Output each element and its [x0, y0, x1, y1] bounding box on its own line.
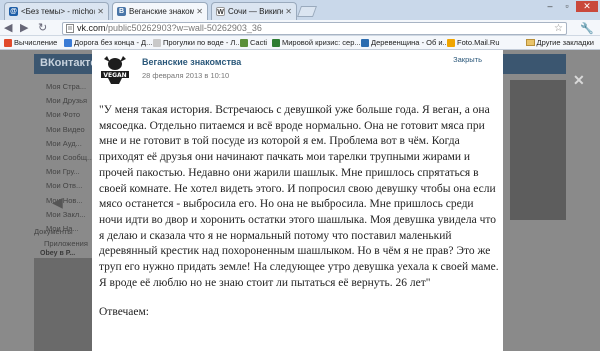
browser-toolbar: ◀ ▶ ↻ vk.com/public50262903?w=wall-50262…: [0, 20, 600, 36]
side-menu-item[interactable]: Моя Стра...: [46, 80, 93, 94]
post-body: "У меня такая история. Встречаюсь с деву…: [99, 103, 499, 321]
vk-header-bar-right: [500, 54, 566, 74]
bookmark-icon: [153, 38, 161, 47]
bookmark-label: Мировой кризис: сер...: [282, 38, 361, 47]
side-menu-item[interactable]: Мои Отв...: [46, 179, 93, 193]
browser-tab-vk[interactable]: B Веганские знакомства ✕: [112, 2, 208, 20]
vk-logo: ВКонтакте: [40, 57, 97, 69]
bookmark-icon: [447, 38, 455, 47]
bookmark-item[interactable]: Прогулки по воде - Л...: [153, 38, 242, 47]
overlay-close-icon[interactable]: ✕: [573, 72, 585, 89]
browser-tab-wikipedia[interactable]: W Сочи — Википедия ✕: [211, 2, 297, 20]
bookmark-item[interactable]: Foto.Mail.Ru: [447, 38, 500, 47]
forward-icon[interactable]: ▶: [20, 22, 28, 34]
background-decoration: [510, 80, 566, 220]
bookmark-label: Дорога без конца - Д...: [74, 38, 153, 47]
reload-icon[interactable]: ↻: [38, 22, 47, 34]
bookmark-star-icon[interactable]: ☆: [554, 23, 563, 34]
bookmark-icon: [64, 38, 72, 47]
tab-label: Веганские знакомства: [129, 7, 194, 16]
post-author[interactable]: Веганские знакомства: [142, 57, 241, 67]
browser-tab-mail[interactable]: @ <Без темы> - micho@mail.ru ✕: [4, 2, 109, 20]
side-menu-apps[interactable]: Приложения: [44, 239, 88, 248]
avatar[interactable]: VEGAN: [98, 53, 132, 85]
side-menu-item[interactable]: Мои Сообщ...: [46, 151, 93, 165]
wrench-icon[interactable]: 🔧: [580, 22, 594, 35]
browser-tabstrip: @ <Без темы> - micho@mail.ru ✕ B Веганск…: [0, 0, 600, 20]
bookmark-item[interactable]: Дорога без конца - Д...: [64, 38, 152, 47]
side-photo[interactable]: [34, 258, 92, 351]
bookmark-icon: [272, 38, 280, 47]
bookmark-label: Foto.Mail.Ru: [457, 38, 500, 47]
side-photo-title[interactable]: Obey в Р...: [40, 250, 75, 257]
side-menu-item[interactable]: Мои Гру...: [46, 165, 93, 179]
post-reply-label: Отвечаем:: [99, 306, 149, 319]
bookmark-item[interactable]: Мировой кризис: сер...: [272, 38, 361, 47]
side-menu-item[interactable]: Мои Друзья: [46, 94, 93, 108]
window-close-button[interactable]: ✕: [576, 1, 598, 12]
new-tab-button[interactable]: [296, 6, 318, 17]
prev-post-arrow-icon[interactable]: ◀: [52, 194, 63, 211]
close-post-link[interactable]: Закрыть: [453, 55, 482, 64]
bookmark-icon: [361, 38, 369, 47]
url-path: /public50262903?w=wall-50262903_36: [105, 23, 262, 33]
url-domain: vk.com: [77, 23, 106, 33]
bookmark-label: Прогулки по воде - Л...: [163, 38, 242, 47]
other-bookmarks-folder[interactable]: Другие закладки: [525, 38, 594, 47]
bookmark-item[interactable]: Вычисление: [4, 38, 57, 47]
svg-text:VEGAN: VEGAN: [103, 72, 126, 79]
back-icon[interactable]: ◀: [4, 22, 12, 34]
post-text: "У меня такая история. Встречаюсь с деву…: [99, 104, 499, 289]
bookmark-label: Cacti: [250, 38, 268, 47]
other-bookmarks-label: Другие закладки: [536, 38, 594, 47]
minimize-button[interactable]: –: [542, 1, 558, 12]
post-popup: VEGAN Веганские знакомства 28 февраля 20…: [92, 50, 503, 351]
side-menu-item[interactable]: Мои Видео: [46, 123, 93, 137]
vk-side-menu: Моя Стра... Мои Друзья Мои Фото Мои Виде…: [46, 80, 93, 236]
bookmark-label: Вычисление: [14, 38, 58, 47]
tab-close-icon[interactable]: ✕: [285, 7, 292, 16]
tab-label: Сочи — Википедия: [228, 7, 283, 16]
bookmark-item[interactable]: Деревенщина - Об и...: [361, 38, 449, 47]
tab-close-icon[interactable]: ✕: [196, 7, 203, 16]
side-menu-item[interactable]: Мои Ауд...: [46, 137, 93, 151]
bookmark-item[interactable]: Cacti: [240, 38, 267, 47]
bookmark-icon: [4, 38, 12, 47]
vk-icon: B: [117, 7, 126, 16]
mail-icon: @: [9, 7, 18, 16]
tab-label: <Без темы> - micho@mail.ru: [21, 7, 95, 16]
tab-close-icon[interactable]: ✕: [97, 7, 104, 16]
side-menu-item[interactable]: Мои Фото: [46, 108, 93, 122]
address-bar[interactable]: vk.com/public50262903?w=wall-50262903_36…: [62, 22, 567, 35]
maximize-button[interactable]: ▫: [559, 1, 575, 12]
wikipedia-icon: W: [216, 7, 225, 16]
bookmarks-bar: Вычисление Дорога без конца - Д... Прогу…: [0, 36, 600, 50]
post-date[interactable]: 28 февраля 2013 в 10:10: [142, 71, 229, 80]
page-icon: [66, 24, 74, 33]
bookmark-icon: [240, 38, 248, 47]
folder-icon: [525, 39, 535, 46]
bookmark-label: Деревенщина - Об и...: [371, 38, 449, 47]
side-menu-docs[interactable]: Документы: [34, 227, 73, 236]
